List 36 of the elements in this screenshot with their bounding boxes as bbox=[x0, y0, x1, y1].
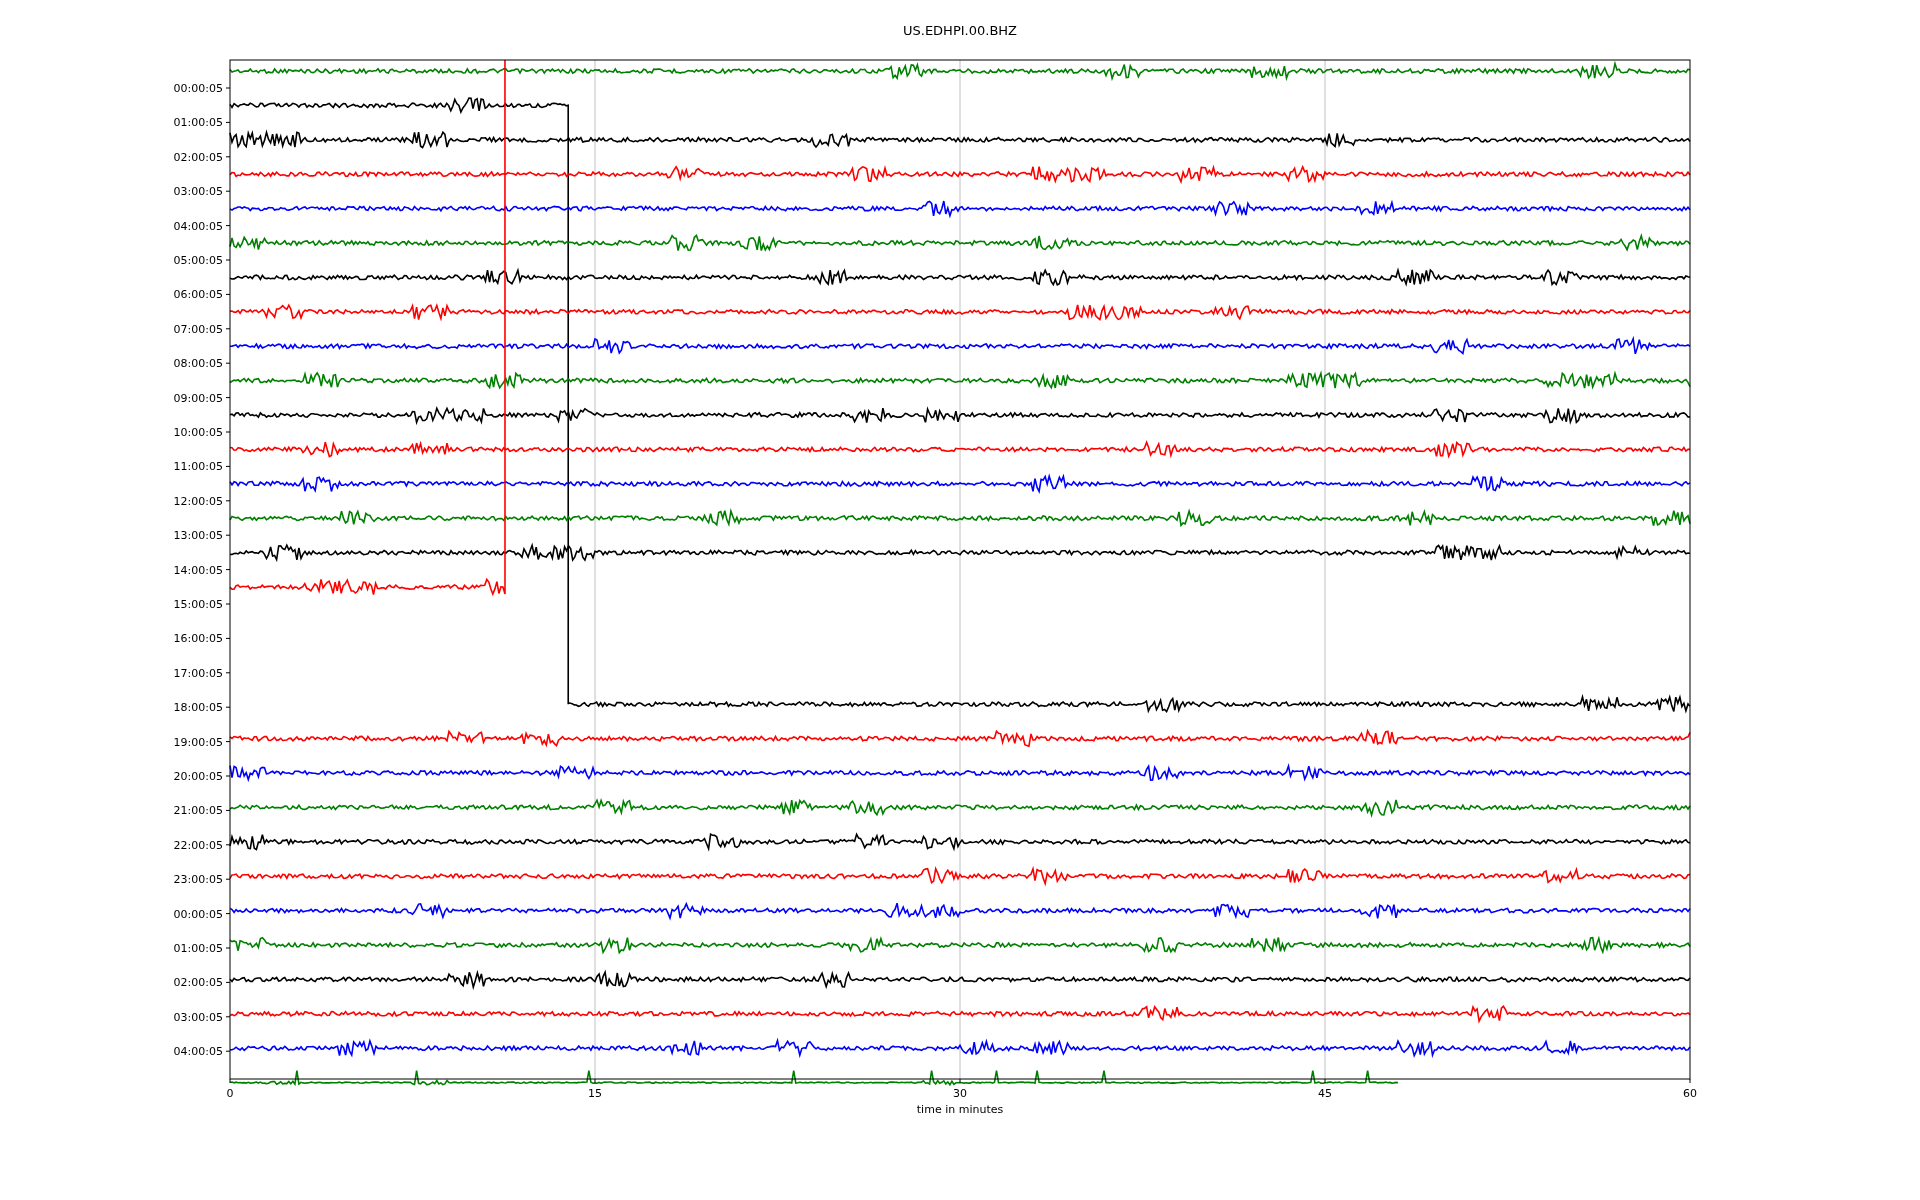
y-tick-label: 12:00:05 bbox=[173, 494, 223, 508]
y-tick-label: 06:00:05 bbox=[173, 288, 223, 302]
y-tick-label: 10:00:05 bbox=[173, 426, 223, 439]
y-tick-label: 05:00:05 bbox=[173, 254, 223, 267]
y-tick-label: 00:00:05 bbox=[173, 907, 223, 921]
x-tick-label: 0 bbox=[226, 1087, 234, 1100]
y-tick-label: 01:00:05 bbox=[173, 942, 223, 955]
x-tick-label: 15 bbox=[588, 1087, 602, 1100]
y-tick-label: 13:00:05 bbox=[173, 529, 223, 543]
y-tick-label: 11:00:05 bbox=[173, 460, 223, 474]
y-tick-label: 17:00:05 bbox=[173, 666, 223, 680]
y-tick-label: 04:00:05 bbox=[173, 1045, 223, 1059]
y-tick-label: 02:00:05 bbox=[173, 150, 223, 164]
y-tick-label: 21:00:05 bbox=[173, 804, 223, 818]
y-tick-label: 07:00:05 bbox=[173, 322, 223, 336]
y-tick-label: 00:00:05 bbox=[173, 82, 223, 95]
y-tick-label: 19:00:05 bbox=[173, 735, 223, 749]
y-tick-label: 03:00:05 bbox=[173, 1010, 223, 1024]
y-tick-label: 18:00:05 bbox=[173, 701, 223, 715]
chart-title: US.EDHPI.00.BHZ bbox=[903, 23, 1017, 38]
y-tick-label: 22:00:05 bbox=[173, 838, 223, 852]
y-tick-label: 09:00:05 bbox=[173, 391, 223, 405]
x-tick-label: 45 bbox=[1318, 1087, 1332, 1100]
y-tick-label: 16:00:05 bbox=[173, 632, 223, 646]
x-axis-label: time in minutes bbox=[916, 1103, 1004, 1116]
y-tick-label: 04:00:05 bbox=[173, 219, 223, 233]
y-tick-label: 02:00:05 bbox=[173, 976, 223, 990]
x-tick-label: 30 bbox=[953, 1087, 967, 1100]
y-tick-label: 23:00:05 bbox=[173, 873, 223, 887]
x-tick-label: 60 bbox=[1683, 1087, 1697, 1100]
y-tick-label: 03:00:05 bbox=[173, 185, 223, 199]
y-tick-label: 14:00:05 bbox=[173, 563, 223, 577]
y-tick-label: 01:00:05 bbox=[173, 116, 223, 130]
y-tick-label: 20:00:05 bbox=[173, 770, 223, 783]
y-tick-label: 15:00:05 bbox=[173, 598, 223, 611]
y-tick-label: 08:00:05 bbox=[173, 357, 223, 371]
